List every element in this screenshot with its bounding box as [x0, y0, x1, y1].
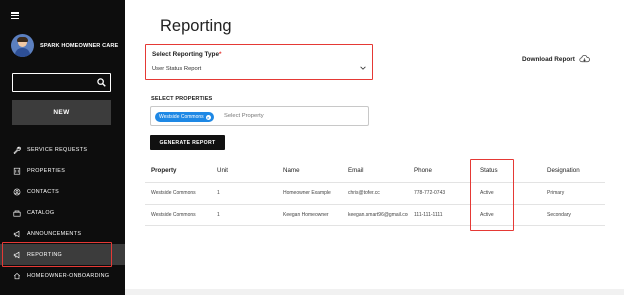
brand-name: SPARK HOMEOWNER CARE	[40, 42, 119, 49]
sidebar-item-homeowner-onboarding[interactable]: HOMEOWNER-ONBOARDING	[0, 265, 125, 286]
cloud-download-icon	[579, 55, 590, 63]
table-cell: Primary	[547, 190, 565, 197]
table-cell: 1	[217, 211, 220, 218]
property-multiselect[interactable]: Westside Commons × Select Property	[150, 106, 369, 126]
sidebar-item-service-requests[interactable]: SERVICE REQUESTS	[0, 139, 125, 160]
table-row[interactable]: Westside Commons 1 Keegan Homeowner keeg…	[145, 205, 605, 226]
wrench-icon	[13, 146, 21, 154]
megaphone-icon	[13, 230, 20, 237]
horizontal-scrollbar[interactable]	[125, 289, 624, 295]
hamburger-menu-icon[interactable]	[11, 12, 19, 19]
table-cell: Secondary	[547, 211, 571, 218]
reporting-annotation-box	[2, 242, 112, 267]
table-header-row: Property Unit Name Email Phone Status De…	[145, 159, 605, 183]
sidebar-item-properties[interactable]: PROPERTIES	[0, 160, 125, 181]
column-header[interactable]: Phone	[414, 159, 432, 182]
table-cell: keegan.smart96@gmail.com	[348, 211, 408, 218]
sidebar-item-label: CONTACTS	[27, 188, 60, 195]
table-cell: Westside Commons	[151, 190, 196, 197]
sidebar-item-announcements[interactable]: ANNOUNCEMENTS	[0, 223, 125, 244]
download-report-label: Download Report	[522, 55, 575, 63]
contacts-icon	[13, 188, 21, 195]
sidebar-item-label: ANNOUNCEMENTS	[27, 230, 82, 237]
column-header[interactable]: Property	[151, 159, 176, 182]
sidebar-item-label: CATALOG	[27, 209, 55, 216]
sidebar-search-input[interactable]	[12, 73, 111, 92]
download-report-button[interactable]: Download Report	[522, 55, 590, 63]
table-cell: 1	[217, 190, 220, 197]
table-cell: Homeowner Example	[283, 190, 331, 197]
report-type-label: Select Reporting Type*	[152, 51, 222, 58]
sidebar-item-label: HOMEOWNER-ONBOARDING	[27, 272, 110, 279]
sidebar-item-catalog[interactable]: CATALOG	[0, 202, 125, 223]
sidebar-item-label: PROPERTIES	[27, 167, 66, 174]
table-cell: Keegan Homeowner	[283, 211, 329, 218]
chevron-down-icon[interactable]	[359, 64, 367, 72]
table-cell: chris@tofer.cc	[348, 190, 380, 197]
column-header[interactable]: Name	[283, 159, 300, 182]
select-properties-label: SELECT PROPERTIES	[151, 96, 213, 102]
sidebar-item-label: SERVICE REQUESTS	[27, 146, 88, 153]
column-header[interactable]: Email	[348, 159, 408, 182]
report-type-select[interactable]: Select Reporting Type* User Status Repor…	[145, 44, 373, 80]
avatar	[11, 34, 34, 57]
property-chip-label: Westside Commons	[159, 114, 204, 120]
column-header[interactable]: Unit	[217, 159, 228, 182]
table-row[interactable]: Westside Commons 1 Homeowner Example chr…	[145, 183, 605, 205]
table-cell: 111-111-1111	[414, 211, 443, 218]
property-placeholder: Select Property	[224, 113, 264, 119]
required-mark: *	[219, 51, 222, 58]
new-button[interactable]: NEW	[12, 100, 111, 125]
home-icon	[13, 272, 21, 279]
main-content: Reporting Select Reporting Type* User St…	[125, 0, 624, 295]
report-table: Property Unit Name Email Phone Status De…	[145, 159, 605, 226]
catalog-icon	[13, 210, 21, 217]
generate-report-button[interactable]: GENERATE REPORT	[150, 135, 225, 150]
close-icon[interactable]: ×	[205, 114, 211, 120]
column-header[interactable]: Designation	[547, 159, 580, 182]
table-cell: Westside Commons	[151, 211, 196, 218]
search-icon[interactable]	[97, 78, 106, 87]
status-annotation-box	[470, 159, 514, 231]
sidebar-item-contacts[interactable]: CONTACTS	[0, 181, 125, 202]
page-title: Reporting	[160, 17, 232, 35]
property-chip[interactable]: Westside Commons ×	[155, 112, 214, 122]
table-cell: 778-772-0743	[414, 190, 446, 197]
report-type-value: User Status Report	[152, 66, 202, 72]
report-type-label-text: Select Reporting Type	[152, 51, 219, 58]
building-icon	[13, 167, 21, 175]
brand[interactable]: SPARK HOMEOWNER CARE	[11, 34, 118, 57]
